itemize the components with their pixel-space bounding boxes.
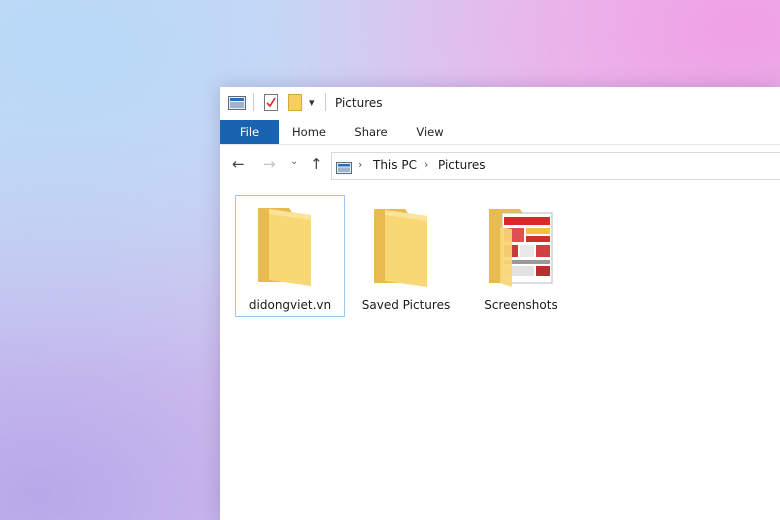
navigation-bar: ← → ⌄ ↑ › This PC › Pictures (220, 149, 780, 181)
forward-arrow-icon[interactable]: → (263, 155, 276, 173)
item-label: Screenshots (484, 298, 558, 312)
back-arrow-icon[interactable]: ← (232, 155, 245, 173)
folder-item-didongviet[interactable]: didongviet.vn (235, 195, 345, 317)
folder-icon (371, 207, 443, 291)
item-label: Saved Pictures (361, 298, 451, 312)
up-arrow-icon[interactable]: ↑ (310, 155, 323, 173)
properties-icon[interactable] (264, 94, 278, 115)
pc-location-icon (336, 159, 352, 178)
new-folder-icon[interactable] (288, 94, 302, 115)
toolbar-divider (253, 93, 254, 111)
file-explorer-window: ▾ Pictures File Home Share View ← → ⌄ ↑ … (220, 87, 780, 520)
title-bar: ▾ Pictures (220, 87, 780, 119)
folder-item-saved-pictures[interactable]: Saved Pictures (351, 195, 461, 317)
tab-share[interactable]: Share (348, 120, 394, 144)
tab-file[interactable]: File (220, 120, 279, 144)
folder-icon (255, 206, 327, 290)
breadcrumb-this-pc[interactable]: This PC (373, 158, 417, 172)
item-label: didongviet.vn (248, 298, 332, 312)
breadcrumb-pictures[interactable]: Pictures (438, 158, 486, 172)
tab-view[interactable]: View (409, 120, 451, 144)
explorer-app-icon[interactable] (228, 95, 246, 114)
folder-item-screenshots[interactable]: Screenshots (466, 195, 576, 317)
toolbar-divider (325, 93, 326, 111)
window-title: Pictures (335, 96, 383, 110)
breadcrumb-separator-icon[interactable]: › (358, 158, 362, 171)
folder-with-preview-icon (486, 207, 558, 291)
recent-locations-icon[interactable]: ⌄ (290, 156, 298, 167)
tab-home[interactable]: Home (286, 120, 332, 144)
ribbon-tabs: File Home Share View (220, 120, 780, 145)
address-bar[interactable]: › This PC › Pictures (331, 152, 780, 180)
customize-toolbar-icon[interactable]: ▾ (309, 96, 315, 109)
breadcrumb-separator-icon[interactable]: › (424, 158, 428, 171)
